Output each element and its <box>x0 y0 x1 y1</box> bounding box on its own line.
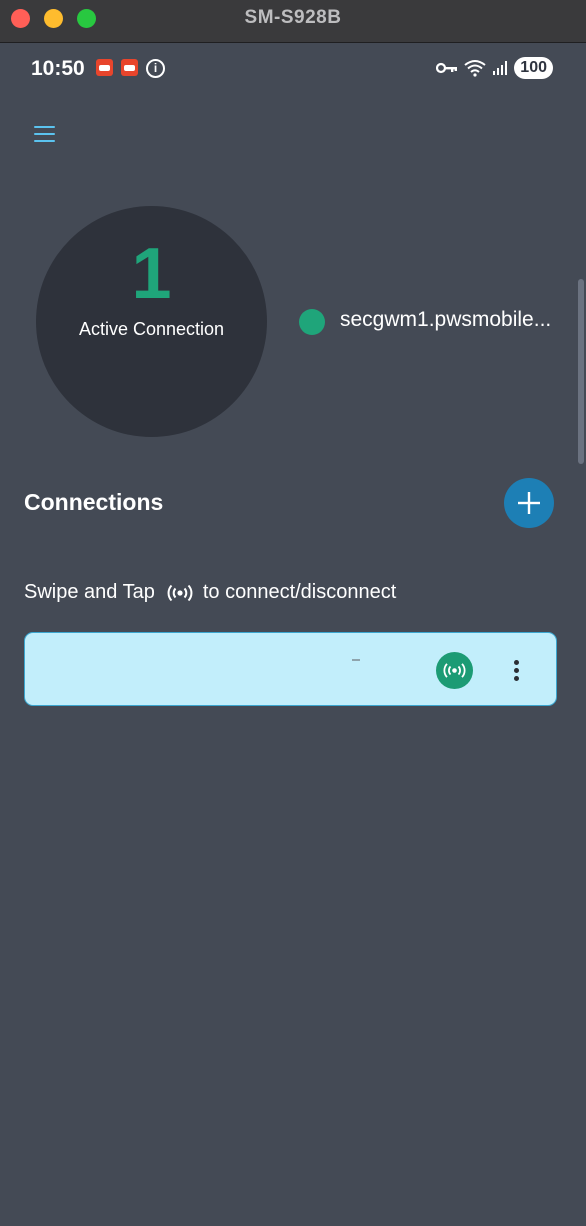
connection-name-placeholder-mark <box>352 659 360 661</box>
active-connection-summary: 1 Active Connection <box>36 206 267 437</box>
add-connection-button[interactable] <box>504 478 554 528</box>
window-title: SM-S928B <box>244 7 342 28</box>
connections-title: Connections <box>24 489 164 515</box>
active-connection-count: 1 <box>131 234 172 314</box>
connected-status-dot <box>299 309 325 335</box>
broadcast-icon <box>443 663 466 678</box>
app-notification-icon <box>121 59 138 76</box>
app-notification-icon <box>96 59 113 76</box>
broadcast-icon <box>167 584 193 602</box>
status-time: 10:50 <box>31 57 85 80</box>
connect-hint: Swipe and Tap to connect/disconnect <box>24 581 396 604</box>
connect-toggle-button[interactable] <box>436 652 473 689</box>
plus-icon <box>518 492 540 514</box>
info-icon: i <box>146 59 165 78</box>
battery-level: 100 <box>514 57 553 79</box>
scrollbar-thumb[interactable] <box>578 279 584 464</box>
menu-icon[interactable] <box>34 125 56 143</box>
vpn-key-icon <box>436 62 458 74</box>
signal-icon <box>493 61 508 75</box>
wifi-icon <box>464 60 486 77</box>
active-connection-host[interactable]: secgwm1.pwsmobile... <box>340 308 551 332</box>
active-connection-label: Active Connection <box>78 319 225 339</box>
more-options-icon[interactable] <box>508 658 524 684</box>
window-title-bar: SM-S928B <box>0 0 586 43</box>
connection-card[interactable] <box>24 632 557 706</box>
hint-text-start: Swipe and Tap <box>24 581 155 603</box>
phone-screen: 10:50 i 100 1 Active Connection secgwm1.… <box>0 43 586 1226</box>
hint-text-end: to connect/disconnect <box>202 581 397 603</box>
status-right-group: 100 <box>436 56 553 80</box>
